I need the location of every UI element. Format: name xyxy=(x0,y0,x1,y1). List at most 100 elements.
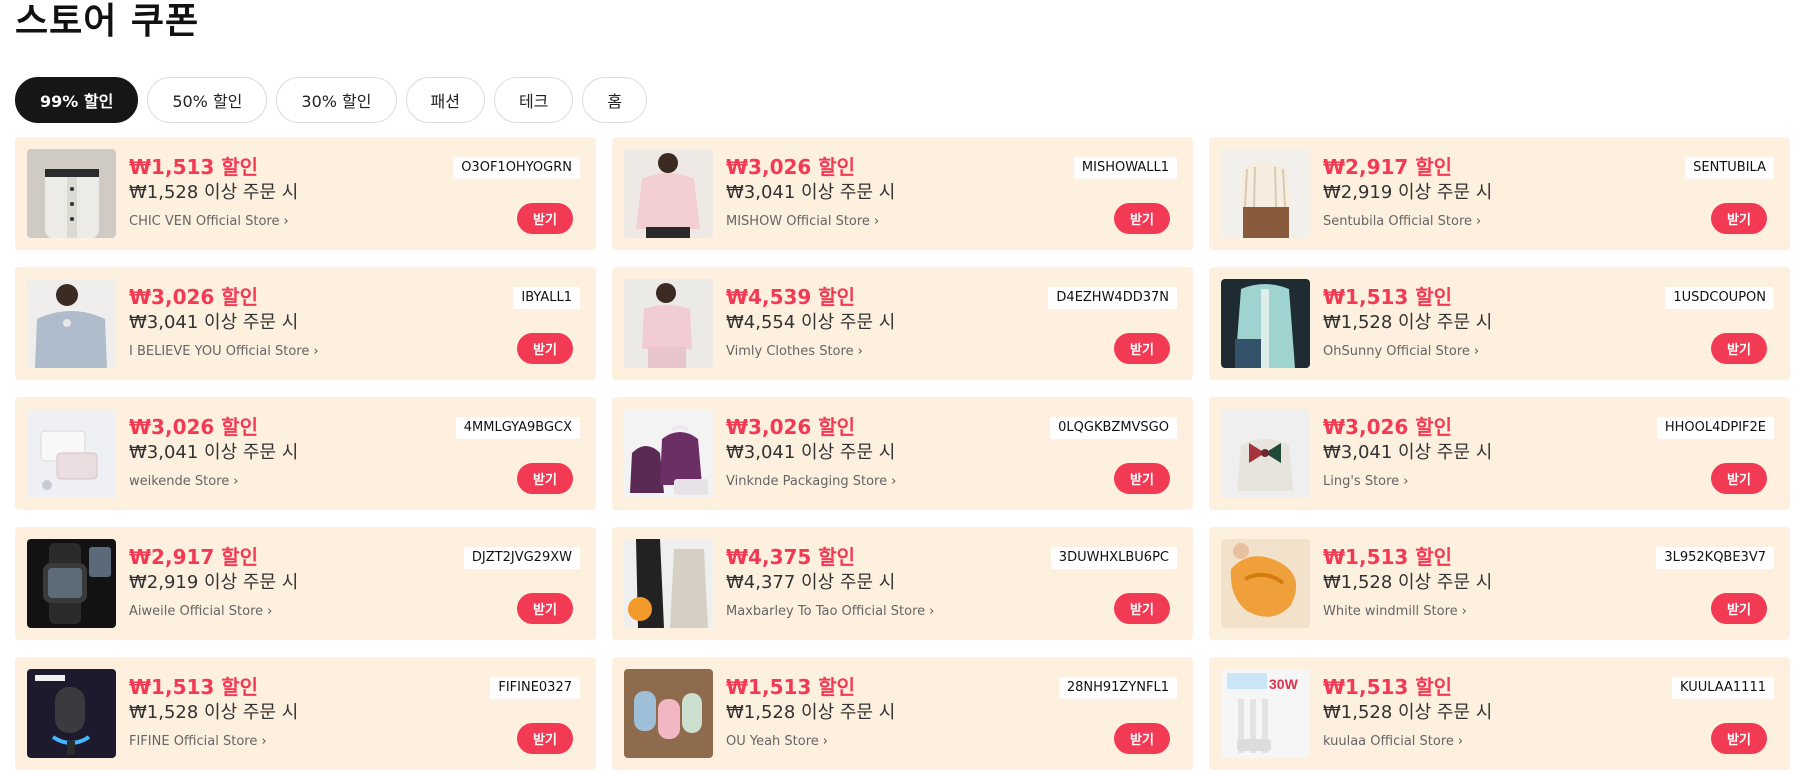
get-coupon-button[interactable]: 받기 xyxy=(1711,333,1767,364)
store-name: OU Yeah Store xyxy=(726,734,819,749)
svg-text:30W: 30W xyxy=(1269,676,1299,692)
get-coupon-button[interactable]: 받기 xyxy=(517,593,573,624)
product-thumbnail[interactable] xyxy=(624,149,713,238)
product-thumbnail[interactable] xyxy=(624,669,713,758)
store-name: kuulaa Official Store xyxy=(1323,734,1454,749)
get-coupon-button[interactable]: 받기 xyxy=(517,723,573,754)
striped-shirt-photo xyxy=(1221,149,1310,238)
store-name: White windmill Store xyxy=(1323,604,1458,619)
store-coupons-page: 스토어 쿠폰 99% 할인 50% 할인 30% 할인 패션 테크 홈 ₩1,5… xyxy=(0,0,1803,774)
store-link[interactable]: kuulaa Official Store › xyxy=(1323,733,1463,751)
store-link[interactable]: Sentubila Official Store › xyxy=(1323,213,1481,231)
coupon-code: 1USDCOUPON xyxy=(1665,287,1774,309)
store-link[interactable]: FIFINE Official Store › xyxy=(129,733,267,751)
get-coupon-button[interactable]: 받기 xyxy=(517,333,573,364)
product-thumbnail[interactable] xyxy=(27,669,116,758)
get-coupon-button[interactable]: 받기 xyxy=(1711,723,1767,754)
chevron-right-icon: › xyxy=(261,734,267,749)
store-link[interactable]: MISHOW Official Store › xyxy=(726,213,879,231)
get-coupon-button[interactable]: 받기 xyxy=(1711,463,1767,494)
minimum-order: ₩1,528 이상 주문 시 xyxy=(129,182,299,203)
store-link[interactable]: weikende Store › xyxy=(129,473,239,491)
minimum-order: ₩3,041 이상 주문 시 xyxy=(1323,442,1493,463)
chevron-right-icon: › xyxy=(233,474,239,489)
chevron-right-icon: › xyxy=(1476,214,1482,229)
discount-amount: ₩3,026 할인 xyxy=(726,415,856,439)
store-name: Maxbarley To Tao Official Store xyxy=(726,604,926,619)
product-thumbnail[interactable] xyxy=(1221,539,1310,628)
store-name: weikende Store xyxy=(129,474,230,489)
product-thumbnail[interactable] xyxy=(27,149,116,238)
store-link[interactable]: OU Yeah Store › xyxy=(726,733,828,751)
discount-amount: ₩1,513 할인 xyxy=(1323,285,1453,309)
minimum-order: ₩1,528 이상 주문 시 xyxy=(726,702,896,723)
discount-amount: ₩3,026 할인 xyxy=(1323,415,1453,439)
get-coupon-button[interactable]: 받기 xyxy=(1114,333,1170,364)
product-thumbnail[interactable] xyxy=(624,539,713,628)
minimum-order: ₩4,554 이상 주문 시 xyxy=(726,312,896,333)
tab-tech[interactable]: 테크 xyxy=(493,77,574,123)
product-thumbnail[interactable] xyxy=(27,539,116,628)
store-name: CHIC VEN Official Store xyxy=(129,214,280,229)
store-link[interactable]: Ling's Store › xyxy=(1323,473,1408,491)
cardigan-photo xyxy=(27,149,116,238)
store-link[interactable]: CHIC VEN Official Store › xyxy=(129,213,289,231)
coupon-code: D4EZHW4DD37N xyxy=(1048,287,1177,309)
pink-knit-photo xyxy=(624,279,713,368)
discount-amount: ₩1,513 할인 xyxy=(726,675,856,699)
coupon-card: ₩3,026 할인 ₩3,041 이상 주문 시 Ling's Store › H… xyxy=(1209,397,1790,510)
product-thumbnail[interactable] xyxy=(1221,409,1310,498)
coupon-card: ₩2,917 할인 ₩2,919 이상 주문 시 Sentubila Offic… xyxy=(1209,137,1790,250)
chevron-right-icon: › xyxy=(857,344,863,359)
product-thumbnail[interactable] xyxy=(27,279,116,368)
get-coupon-button[interactable]: 받기 xyxy=(1114,463,1170,494)
coupon-card: 30W ₩1,513 할인 ₩1,528 이상 주문 시 kuulaa Offi… xyxy=(1209,657,1790,770)
coupon-card: ₩1,513 할인 ₩1,528 이상 주문 시 CHIC VEN Offici… xyxy=(15,137,596,250)
store-link[interactable]: Aiweile Official Store › xyxy=(129,603,272,621)
coupon-code: 4MMLGYA9BGCX xyxy=(455,417,580,439)
minimum-order: ₩1,528 이상 주문 시 xyxy=(1323,702,1493,723)
store-name: Sentubila Official Store xyxy=(1323,214,1473,229)
get-coupon-button[interactable]: 받기 xyxy=(517,463,573,494)
chevron-right-icon: › xyxy=(822,734,828,749)
tab-home[interactable]: 홈 xyxy=(582,77,648,123)
tab-fashion[interactable]: 패션 xyxy=(405,77,485,123)
discount-amount: ₩3,026 할인 xyxy=(129,285,259,309)
chevron-right-icon: › xyxy=(267,604,273,619)
minimum-order: ₩3,041 이상 주문 시 xyxy=(726,182,896,203)
page-title: 스토어 쿠폰 xyxy=(15,1,200,42)
minimum-order: ₩2,919 이상 주문 시 xyxy=(129,572,299,593)
get-coupon-button[interactable]: 받기 xyxy=(1711,203,1767,234)
tab-99-percent-off[interactable]: 99% 할인 xyxy=(15,77,139,123)
store-link[interactable]: Vimly Clothes Store › xyxy=(726,343,863,361)
product-thumbnail[interactable] xyxy=(27,409,116,498)
chevron-right-icon: › xyxy=(283,214,289,229)
get-coupon-button[interactable]: 받기 xyxy=(517,203,573,234)
get-coupon-button[interactable]: 받기 xyxy=(1114,593,1170,624)
store-name: OhSunny Official Store xyxy=(1323,344,1470,359)
coupon-card: ₩1,513 할인 ₩1,528 이상 주문 시 OhSunny Officia… xyxy=(1209,267,1790,380)
minimum-order: ₩1,528 이상 주문 시 xyxy=(129,702,299,723)
product-thumbnail[interactable]: 30W xyxy=(1221,669,1310,758)
store-link[interactable]: OhSunny Official Store › xyxy=(1323,343,1479,361)
get-coupon-button[interactable]: 받기 xyxy=(1114,723,1170,754)
product-thumbnail[interactable] xyxy=(1221,279,1310,368)
store-name: MISHOW Official Store xyxy=(726,214,870,229)
ribbon-bag-photo xyxy=(1221,409,1310,498)
store-link[interactable]: I BELIEVE YOU Official Store › xyxy=(129,343,319,361)
store-link[interactable]: Maxbarley To Tao Official Store › xyxy=(726,603,934,621)
get-coupon-button[interactable]: 받기 xyxy=(1711,593,1767,624)
store-name: FIFINE Official Store xyxy=(129,734,258,749)
product-thumbnail[interactable] xyxy=(1221,149,1310,238)
discount-amount: ₩4,375 할인 xyxy=(726,545,856,569)
product-thumbnail[interactable] xyxy=(624,409,713,498)
discount-amount: ₩2,917 할인 xyxy=(1323,155,1453,179)
tab-30-percent-off[interactable]: 30% 할인 xyxy=(276,77,397,123)
tab-50-percent-off[interactable]: 50% 할인 xyxy=(147,77,268,123)
store-link[interactable]: White windmill Store › xyxy=(1323,603,1467,621)
product-thumbnail[interactable] xyxy=(624,279,713,368)
jewelry-pouch-photo xyxy=(27,409,116,498)
store-link[interactable]: Vinknde Packaging Store › xyxy=(726,473,896,491)
chevron-right-icon: › xyxy=(1473,344,1480,359)
get-coupon-button[interactable]: 받기 xyxy=(1114,203,1170,234)
